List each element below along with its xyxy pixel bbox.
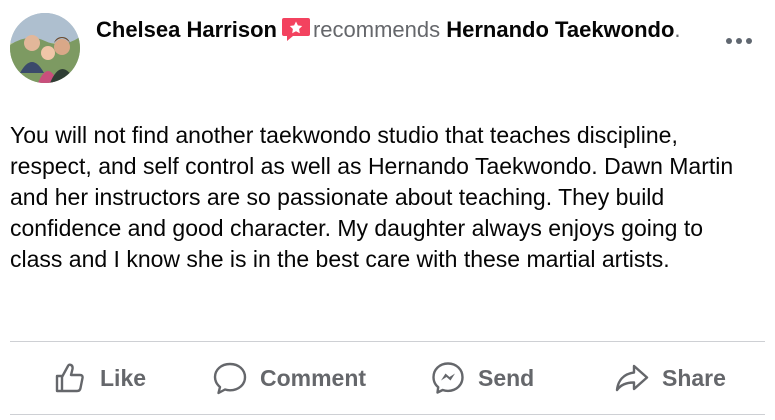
avatar[interactable] [10, 13, 80, 83]
more-options-icon-dot [746, 38, 752, 44]
share-label: Share [662, 364, 726, 391]
recommends-label: recommends [312, 17, 441, 42]
more-options-icon [726, 38, 732, 44]
like-label: Like [100, 364, 147, 391]
avatar-photo [10, 13, 80, 83]
divider [10, 341, 765, 342]
post-header-text: Chelsea Harrison recommends Hernando Taek… [96, 14, 696, 46]
share-button[interactable]: Share [614, 346, 726, 410]
comment-bubble-icon [213, 362, 247, 395]
post-header: Chelsea Harrison recommends Hernando Taek… [10, 10, 765, 88]
more-options-icon-dot [736, 38, 742, 44]
recommend-badge-icon [281, 16, 311, 42]
messenger-icon [432, 362, 464, 394]
post-body-text: You will not find another taekwondo stud… [10, 122, 734, 272]
comment-label: Comment [260, 364, 367, 391]
page-name-link[interactable]: Hernando Taekwondo [446, 17, 674, 42]
action-bar: Like Comment Send Share [10, 346, 765, 410]
share-arrow-icon [615, 364, 649, 392]
more-options-button[interactable] [719, 26, 759, 56]
recommendation-post: Chelsea Harrison recommends Hernando Taek… [0, 0, 775, 420]
thumbs-up-icon [55, 363, 84, 393]
send-label: Send [478, 364, 535, 391]
divider [10, 414, 765, 415]
send-button[interactable]: Send [430, 346, 534, 410]
comment-button[interactable]: Comment [212, 346, 366, 410]
author-name[interactable]: Chelsea Harrison [96, 17, 277, 42]
trailing-dot: . [674, 17, 681, 42]
like-button[interactable]: Like [52, 346, 146, 410]
